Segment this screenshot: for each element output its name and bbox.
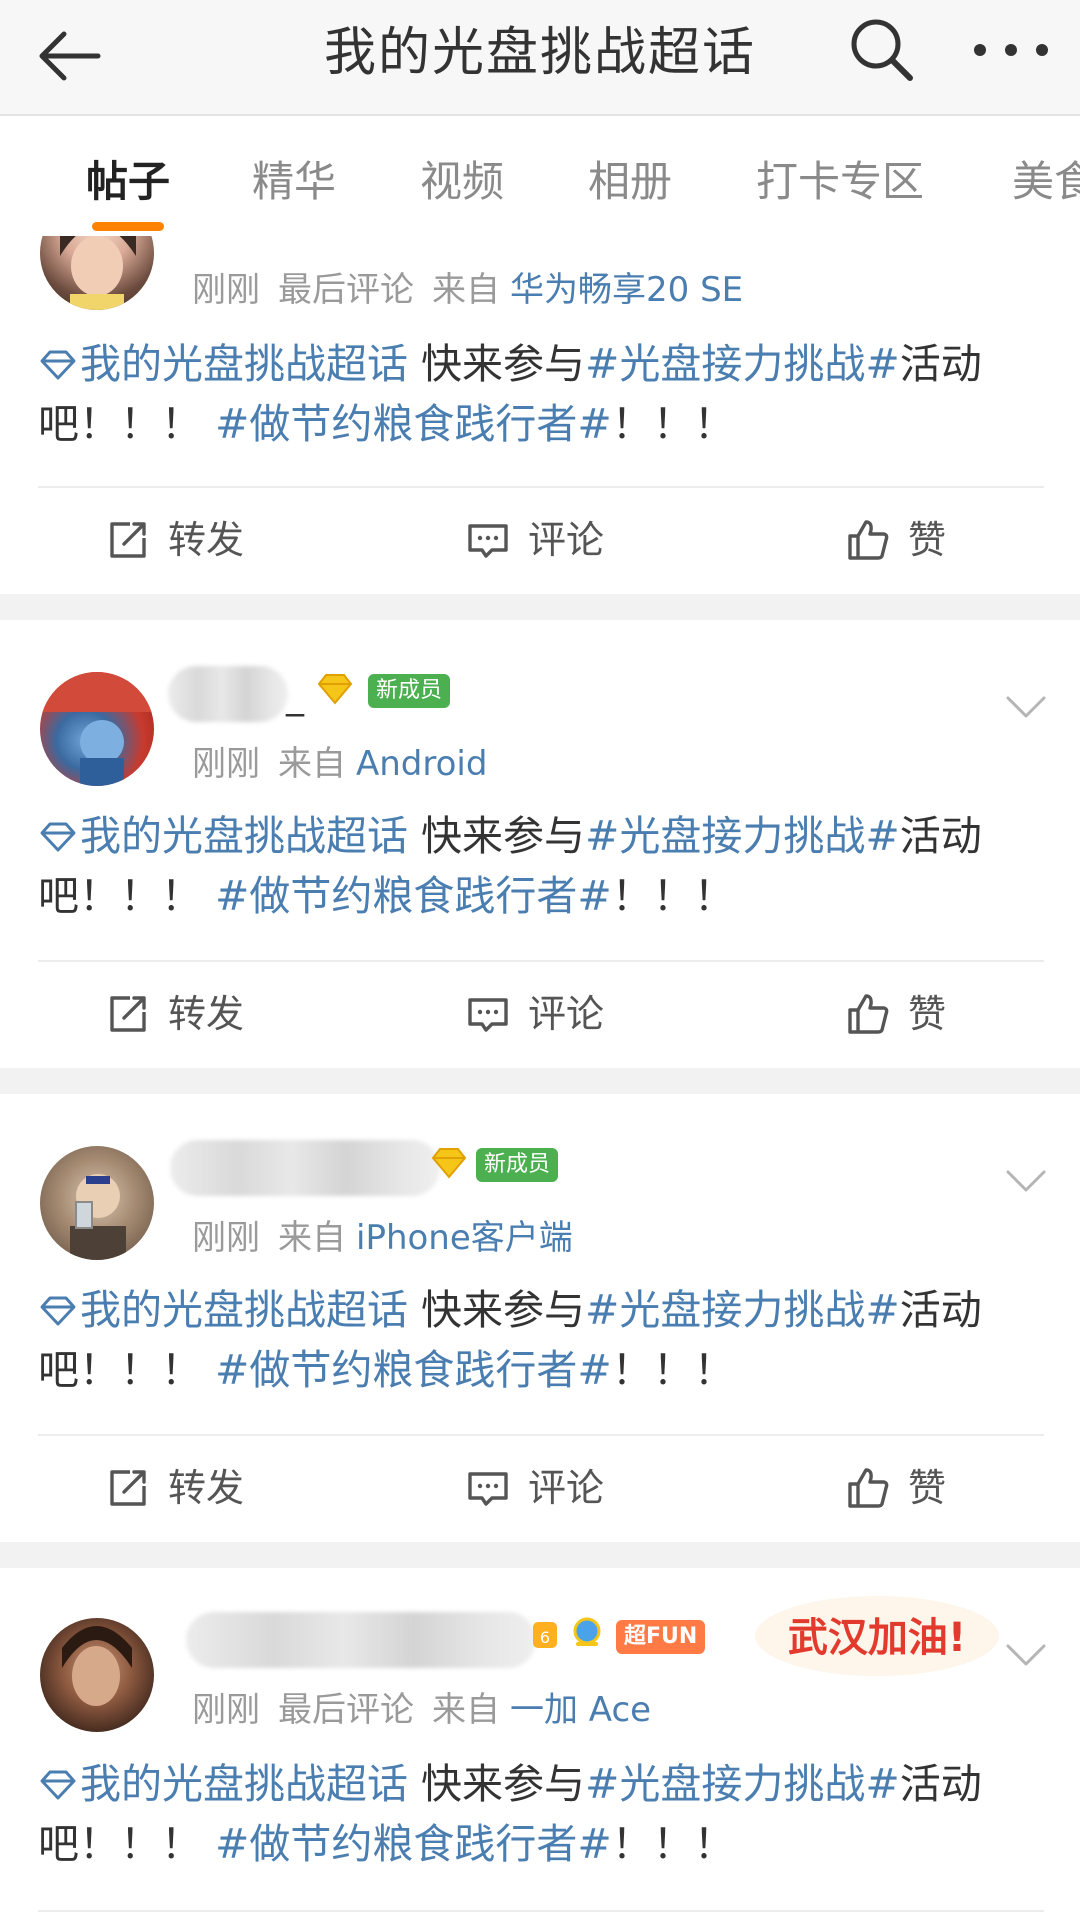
chevron-down-icon[interactable] bbox=[1004, 1166, 1048, 1196]
chevron-down-icon[interactable] bbox=[1004, 1640, 1048, 1670]
post-content: 我的光盘挑战超话 快来参与#光盘接力挑战#活动吧！！！ #做节约粮食践行者#！！… bbox=[38, 1760, 982, 1868]
active-tab-indicator bbox=[92, 222, 164, 231]
hashtag-link[interactable]: #光盘接力挑战# bbox=[585, 1760, 900, 1808]
repost-icon bbox=[110, 996, 146, 1032]
source-device: iPhone客户端 bbox=[356, 1218, 573, 1258]
post-separator bbox=[0, 1542, 1080, 1568]
source-device: 一加 Ace bbox=[510, 1690, 652, 1730]
avatar[interactable] bbox=[40, 236, 154, 310]
post-separator bbox=[0, 1068, 1080, 1094]
username-blurred[interactable] bbox=[168, 666, 288, 722]
diamond-icon bbox=[40, 1296, 76, 1326]
chevron-down-icon[interactable] bbox=[1004, 692, 1048, 722]
post-card: _ 新成员 刚刚 来自 Android 我的光盘挑战超话 快来参与#光盘接力挑战#活… bbox=[0, 620, 1080, 1068]
wuhan-sticker: 武汉加油! bbox=[755, 1596, 999, 1676]
action-bar: 转发 评论 赞 bbox=[0, 962, 1080, 1068]
post-card: 新成员 刚刚 来自 iPhone客户端 我的光盘挑战超话 快来参与#光盘接力挑战#活… bbox=[0, 1094, 1080, 1542]
comment-icon bbox=[468, 1472, 508, 1506]
avatar-image bbox=[40, 672, 154, 786]
username-blurred[interactable] bbox=[186, 1612, 536, 1668]
source-device: Android bbox=[356, 744, 488, 784]
hashtag-link[interactable]: #光盘接力挑战# bbox=[585, 1286, 900, 1334]
super-topic-link[interactable]: 我的光盘挑战超话 bbox=[38, 1760, 408, 1808]
post-card: 6 超FUN 武汉加油! 刚刚 最后评论 来自 一加 Ace 我的光盘挑战超话 快来参… bbox=[0, 1568, 1080, 1920]
action-bar: 转发 评论 赞 bbox=[0, 488, 1080, 594]
divider bbox=[38, 1910, 1044, 1912]
level-badge-icon: 6 bbox=[533, 1622, 557, 1648]
tab-checkin-zone[interactable]: 打卡专区 bbox=[756, 154, 924, 210]
avatar-image bbox=[60, 236, 136, 310]
post-meta: 刚刚 来自 Android bbox=[192, 744, 488, 784]
repost-icon bbox=[110, 1470, 146, 1506]
diamond-icon bbox=[40, 822, 76, 852]
post-card: 刚刚 最后评论 来自 华为畅享20 SE 我的光盘挑战超话 快来参与#光盘接力挑战#活… bbox=[0, 236, 1080, 594]
tab-posts[interactable]: 帖子 bbox=[86, 154, 170, 210]
super-topic-link[interactable]: 我的光盘挑战超话 bbox=[38, 1286, 408, 1334]
post-feed[interactable]: 刚刚 最后评论 来自 华为畅享20 SE 我的光盘挑战超话 快来参与#光盘接力挑战#活… bbox=[0, 236, 1080, 1920]
avatar[interactable] bbox=[40, 1618, 154, 1732]
hashtag-link[interactable]: #做节约粮食践行者# bbox=[215, 1820, 612, 1868]
post-content: 我的光盘挑战超话 快来参与#光盘接力挑战#活动吧！！！ #做节约粮食践行者#！！… bbox=[38, 1286, 982, 1394]
globe-medal-icon bbox=[573, 1617, 601, 1646]
avatar[interactable] bbox=[40, 1146, 154, 1260]
avatar-image bbox=[70, 1174, 126, 1260]
post-content: 我的光盘挑战超话 快来参与#光盘接力挑战#活动吧！！！ #做节约粮食践行者#！！… bbox=[38, 812, 982, 920]
diamond-icon bbox=[40, 1770, 76, 1800]
hashtag-link[interactable]: #做节约粮食践行者# bbox=[215, 400, 612, 448]
diamond-icon bbox=[40, 350, 76, 380]
svg-text:6: 6 bbox=[540, 1628, 550, 1647]
post-separator bbox=[0, 594, 1080, 620]
tab-videos[interactable]: 视频 bbox=[420, 154, 504, 210]
post-meta: 刚刚 来自 iPhone客户端 bbox=[192, 1218, 573, 1258]
comment-icon bbox=[468, 998, 508, 1032]
search-icon bbox=[851, 19, 913, 81]
page-title: 我的光盘挑战超话 bbox=[323, 23, 756, 83]
username-suffix: _ bbox=[286, 676, 304, 717]
super-topic-link[interactable]: 我的光盘挑战超话 bbox=[38, 812, 408, 860]
hashtag-link[interactable]: #做节约粮食践行者# bbox=[215, 872, 612, 920]
username-blurred[interactable] bbox=[170, 1140, 440, 1196]
thumbs-up-icon bbox=[848, 520, 889, 560]
super-fun-badge: 超FUN bbox=[616, 1620, 706, 1654]
hashtag-link[interactable]: #做节约粮食践行者# bbox=[215, 1346, 612, 1394]
thumbs-up-icon bbox=[848, 1468, 889, 1508]
action-bar: 转发 评论 赞 bbox=[0, 1436, 1080, 1542]
hashtag-link[interactable]: #光盘接力挑战# bbox=[585, 340, 900, 388]
tab-albums[interactable]: 相册 bbox=[588, 154, 672, 210]
tab-bar: 帖子 精华 视频 相册 打卡专区 美食 bbox=[0, 116, 1080, 236]
top-bar: 我的光盘挑战超话 bbox=[0, 0, 1080, 116]
more-dots-icon bbox=[974, 44, 1048, 56]
diamond-badge-icon bbox=[431, 1148, 467, 1179]
tab-featured[interactable]: 精华 bbox=[252, 154, 336, 210]
thumbs-up-icon bbox=[848, 994, 889, 1034]
avatar[interactable] bbox=[40, 672, 154, 786]
source-device: 华为畅享20 SE bbox=[510, 270, 744, 310]
post-content: 我的光盘挑战超话 快来参与#光盘接力挑战#活动吧！！！ #做节约粮食践行者#！！… bbox=[38, 340, 982, 448]
comment-icon bbox=[468, 524, 508, 558]
post-meta: 刚刚 最后评论 来自 华为畅享20 SE bbox=[192, 270, 744, 310]
more-button[interactable] bbox=[968, 20, 1054, 80]
tab-food[interactable]: 美食 bbox=[1012, 154, 1080, 210]
new-member-badge: 新成员 bbox=[476, 1148, 559, 1182]
avatar-image bbox=[62, 1626, 132, 1706]
repost-icon bbox=[110, 522, 146, 558]
hashtag-link[interactable]: #光盘接力挑战# bbox=[585, 812, 900, 860]
new-member-badge: 新成员 bbox=[368, 674, 451, 708]
search-button[interactable] bbox=[846, 14, 918, 86]
sticker-text: 武汉加油! bbox=[788, 1615, 966, 1661]
super-topic-link[interactable]: 我的光盘挑战超话 bbox=[38, 340, 408, 388]
diamond-badge-icon bbox=[317, 674, 353, 705]
post-meta: 刚刚 最后评论 来自 一加 Ace bbox=[192, 1690, 652, 1730]
